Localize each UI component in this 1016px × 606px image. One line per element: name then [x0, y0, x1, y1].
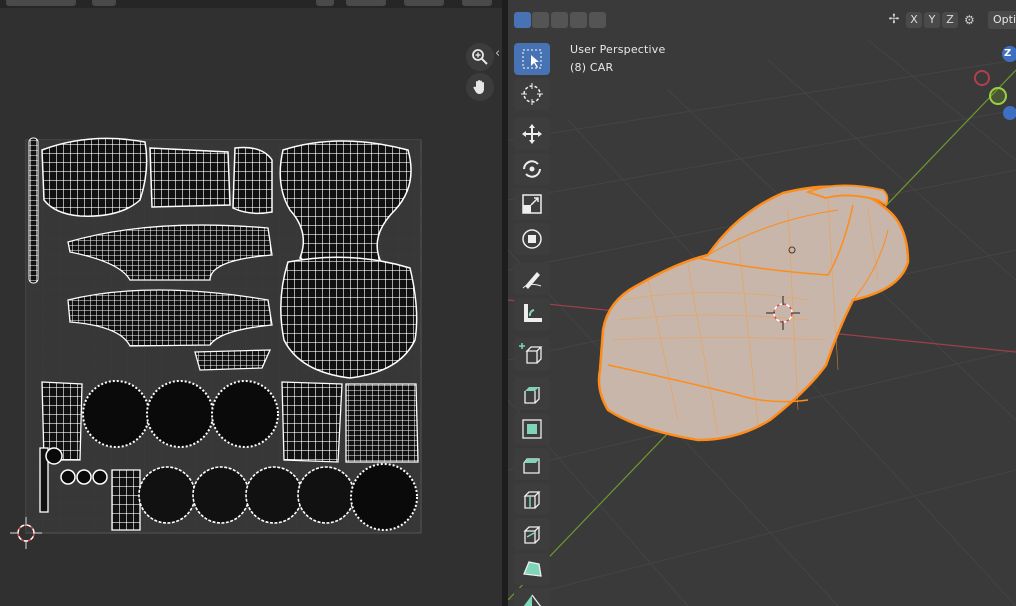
hand-icon	[473, 80, 484, 94]
uv-editor-header-top	[0, 0, 502, 8]
uv-editor[interactable]: ‹	[0, 0, 502, 606]
mirror-icon[interactable]: ✢	[884, 12, 904, 28]
select-subtract-button[interactable]	[551, 12, 568, 28]
uv-snap-button[interactable]	[346, 0, 386, 6]
inset-icon	[522, 419, 542, 439]
active-object-label: (8) CAR	[570, 61, 614, 74]
tool-knife[interactable]	[514, 518, 550, 550]
tool-annotate[interactable]	[514, 263, 550, 295]
tool-inset[interactable]	[514, 413, 550, 445]
select-invert-button[interactable]	[570, 12, 587, 28]
mirror-y-button[interactable]: Y	[924, 12, 940, 28]
uv-canvas[interactable]	[0, 0, 502, 606]
car-object[interactable]	[597, 184, 910, 442]
mirror-z-button[interactable]: Z	[942, 12, 958, 28]
gizmo-y[interactable]	[989, 87, 1007, 105]
viewport-scene[interactable]	[508, 0, 1016, 606]
view-name-label: User Perspective	[570, 43, 666, 56]
zoom-button-overlay[interactable]	[466, 43, 494, 71]
knife-icon	[523, 526, 541, 544]
select-box-icon	[522, 49, 542, 69]
options-dropdown[interactable]: Opti	[988, 11, 1016, 29]
select-extend-button[interactable]	[532, 12, 549, 28]
tool-move[interactable]	[514, 118, 550, 150]
3d-viewport[interactable]: Z ✢ X Y Z ⚙ Opti User Perspective (8) CA…	[508, 0, 1016, 606]
tool-cursor[interactable]	[514, 78, 550, 110]
uv-sticky-select[interactable]	[92, 0, 116, 6]
tool-select-box[interactable]	[514, 43, 550, 75]
tool-scale[interactable]	[514, 188, 550, 220]
gizmo-neg-z[interactable]	[1003, 106, 1016, 120]
tool-poly-build[interactable]	[514, 553, 550, 585]
bevel-icon	[523, 458, 540, 474]
gizmo-neg-x[interactable]	[974, 70, 990, 86]
poly-build-icon	[523, 561, 542, 577]
cursor-icon	[521, 83, 543, 105]
extrude-icon	[524, 387, 540, 404]
uv-pivot-button[interactable]	[316, 0, 334, 6]
tool-transform[interactable]	[514, 223, 550, 255]
uv-proportional-button[interactable]	[404, 0, 444, 6]
scale-icon	[522, 194, 542, 214]
tool-add-cube[interactable]	[514, 338, 550, 370]
snap-settings-icon[interactable]: ⚙	[964, 12, 980, 28]
zoom-icon	[472, 49, 488, 65]
loop-cut-icon	[523, 491, 541, 509]
spin-icon	[523, 594, 542, 606]
add-cube-icon	[519, 343, 543, 364]
tool-loop-cut[interactable]	[514, 483, 550, 515]
gizmo-z-label: Z	[1004, 48, 1012, 59]
tool-bevel[interactable]	[514, 448, 550, 480]
rotate-icon	[523, 160, 541, 178]
select-new-button[interactable]	[514, 12, 531, 28]
transform-icon	[522, 229, 542, 249]
tool-extrude[interactable]	[514, 378, 550, 410]
pan-button-overlay[interactable]	[466, 73, 494, 101]
select-intersect-button[interactable]	[589, 12, 606, 28]
measure-icon	[524, 304, 542, 322]
mirror-x-button[interactable]: X	[906, 12, 922, 28]
tool-spin[interactable]	[514, 588, 550, 606]
uv-overlay-button[interactable]	[462, 0, 492, 6]
move-icon	[522, 124, 542, 144]
tool-rotate[interactable]	[514, 153, 550, 185]
tool-measure[interactable]	[514, 298, 550, 330]
uv-select-mode-buttons[interactable]	[6, 0, 76, 6]
annotate-icon	[522, 272, 542, 289]
